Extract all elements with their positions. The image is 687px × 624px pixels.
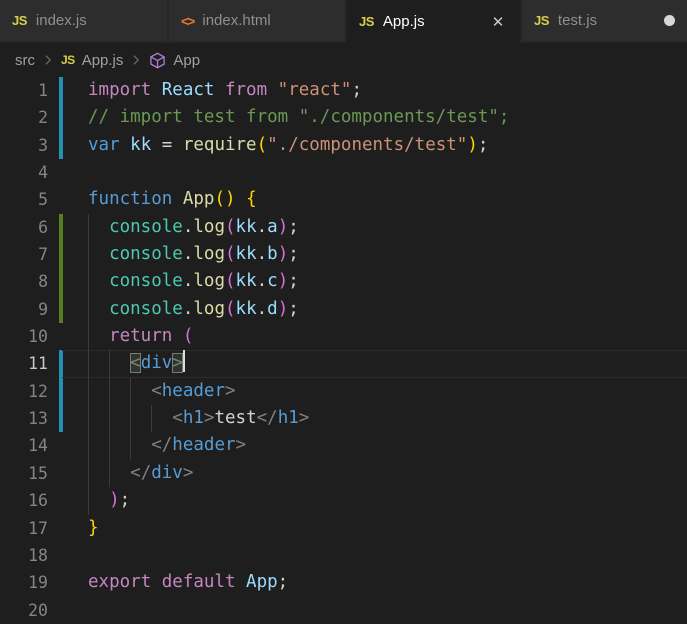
code-line-19: 19 export default App; <box>0 569 687 596</box>
code-line-content[interactable]: function App() { <box>62 186 687 213</box>
code-line-17: 17} <box>0 515 687 542</box>
code-line-content[interactable] <box>62 597 687 624</box>
code-line-content[interactable]: export default App; <box>62 569 687 596</box>
code-line-content[interactable]: console.log(kk.c); <box>62 268 687 296</box>
line-number[interactable]: 4 <box>0 159 48 186</box>
line-number[interactable]: 15 <box>0 460 48 487</box>
code-line-content[interactable]: </header> <box>62 432 687 460</box>
code-line-content[interactable]: console.log(kk.a); <box>62 213 687 242</box>
breadcrumb-label: src <box>15 51 35 69</box>
line-number[interactable]: 3 <box>0 132 48 159</box>
javascript-file-icon: JS <box>534 13 549 28</box>
line-number[interactable]: 14 <box>0 432 48 459</box>
code-line-content[interactable] <box>62 159 687 186</box>
tab-label: App.js <box>382 13 425 30</box>
line-number[interactable]: 12 <box>0 378 48 405</box>
line-number[interactable]: 9 <box>0 296 48 323</box>
code-line-content[interactable]: console.log(kk.d); <box>62 295 687 324</box>
line-number[interactable]: 20 <box>0 597 48 624</box>
code-line-10: 10 return ( <box>0 323 687 351</box>
line-number[interactable]: 13 <box>0 405 48 432</box>
code-line-2: 2 // import test from "./components/test"… <box>0 104 687 132</box>
html-file-icon: <> <box>181 12 195 29</box>
close-icon[interactable]: ✕ <box>488 12 508 32</box>
tab-bar: JS index.js <> index.html JS App.js ✕ JS test.js <box>0 0 687 43</box>
code-line-13: 13 <h1>test</h1> <box>0 405 687 433</box>
chevron-right-icon <box>41 53 55 67</box>
code-line-content[interactable]: <h1>test</h1> <box>62 405 687 433</box>
breadcrumb-item-app[interactable]: App <box>149 52 200 69</box>
symbol-method-icon <box>149 52 166 69</box>
code-line-content[interactable]: import React from "react"; <box>62 77 687 104</box>
line-number[interactable]: 10 <box>0 323 48 350</box>
breadcrumb-item-app-js[interactable]: JS App.js <box>61 52 123 69</box>
javascript-file-icon: JS <box>61 53 75 67</box>
code-line-3: 3 var kk = require("./components/test"); <box>0 131 687 160</box>
javascript-file-icon: JS <box>359 14 374 29</box>
tab-index-html[interactable]: <> index.html <box>169 0 345 41</box>
tab-label: index.html <box>202 12 271 29</box>
text-cursor <box>182 350 185 373</box>
line-number[interactable]: 11 <box>0 350 48 377</box>
code-line-11: 11 <div> <box>0 350 687 378</box>
matched-bracket: > <box>172 353 183 374</box>
editor-lines: 1 import React from "react"; 2 // import te… <box>0 77 687 624</box>
chevron-right-icon <box>129 53 143 67</box>
code-line-content[interactable] <box>62 542 687 569</box>
code-line-15: 15 </div> <box>0 459 687 488</box>
code-line-content[interactable]: } <box>62 515 687 542</box>
matched-bracket: < <box>130 353 141 374</box>
code-line-9: 9 console.log(kk.d); <box>0 295 687 324</box>
modified-dot-icon[interactable] <box>664 15 675 26</box>
code-line-content[interactable]: ); <box>62 487 687 515</box>
tab-app-js[interactable]: JS App.js ✕ <box>347 0 520 43</box>
tab-test-js[interactable]: JS test.js <box>522 0 687 41</box>
line-number[interactable]: 6 <box>0 214 48 241</box>
code-line-12: 12 <header> <box>0 377 687 406</box>
code-line-content[interactable]: var kk = require("./components/test"); <box>62 132 687 159</box>
code-line-1: 1 import React from "react"; <box>0 77 687 105</box>
breadcrumb-label: App.js <box>81 51 124 69</box>
code-line-18: 18 <box>0 542 687 569</box>
line-number[interactable]: 2 <box>0 104 48 131</box>
tab-index-js[interactable]: JS index.js <box>0 0 167 41</box>
line-number[interactable]: 8 <box>0 268 48 295</box>
breadcrumb-item-src[interactable]: src <box>15 52 35 69</box>
code-line-8: 8 console.log(kk.c); <box>0 268 687 296</box>
code-line-4: 4 <box>0 159 687 186</box>
line-number[interactable]: 1 <box>0 77 48 104</box>
code-line-content[interactable]: <header> <box>62 377 687 406</box>
code-line-5: 5 function App() { <box>0 186 687 213</box>
code-line-content[interactable]: console.log(kk.b); <box>62 241 687 269</box>
code-line-content[interactable]: </div> <box>62 459 687 488</box>
breadcrumb-label: App <box>173 51 201 69</box>
code-line-content[interactable]: // import test from "./components/test"; <box>62 104 687 131</box>
code-line-6: 6 console.log(kk.a); <box>0 213 687 242</box>
line-number[interactable]: 17 <box>0 515 48 542</box>
line-number[interactable]: 18 <box>0 542 48 569</box>
tab-label: index.js <box>35 12 87 29</box>
code-line-content[interactable]: <div> <box>62 350 687 378</box>
code-line-16: 16 ); <box>0 487 687 515</box>
code-line-7: 7 console.log(kk.b); <box>0 241 687 269</box>
javascript-file-icon: JS <box>12 13 27 28</box>
line-number[interactable]: 5 <box>0 186 48 213</box>
breadcrumb: src JS App.js App <box>0 43 687 77</box>
code-line-content[interactable]: return ( <box>62 323 687 351</box>
line-number[interactable]: 7 <box>0 241 48 268</box>
line-number[interactable]: 19 <box>0 569 48 596</box>
code-line-14: 14 </header> <box>0 432 687 460</box>
tab-label: test.js <box>557 12 598 29</box>
code-line-20: 20 <box>0 597 687 624</box>
line-number[interactable]: 16 <box>0 487 48 514</box>
